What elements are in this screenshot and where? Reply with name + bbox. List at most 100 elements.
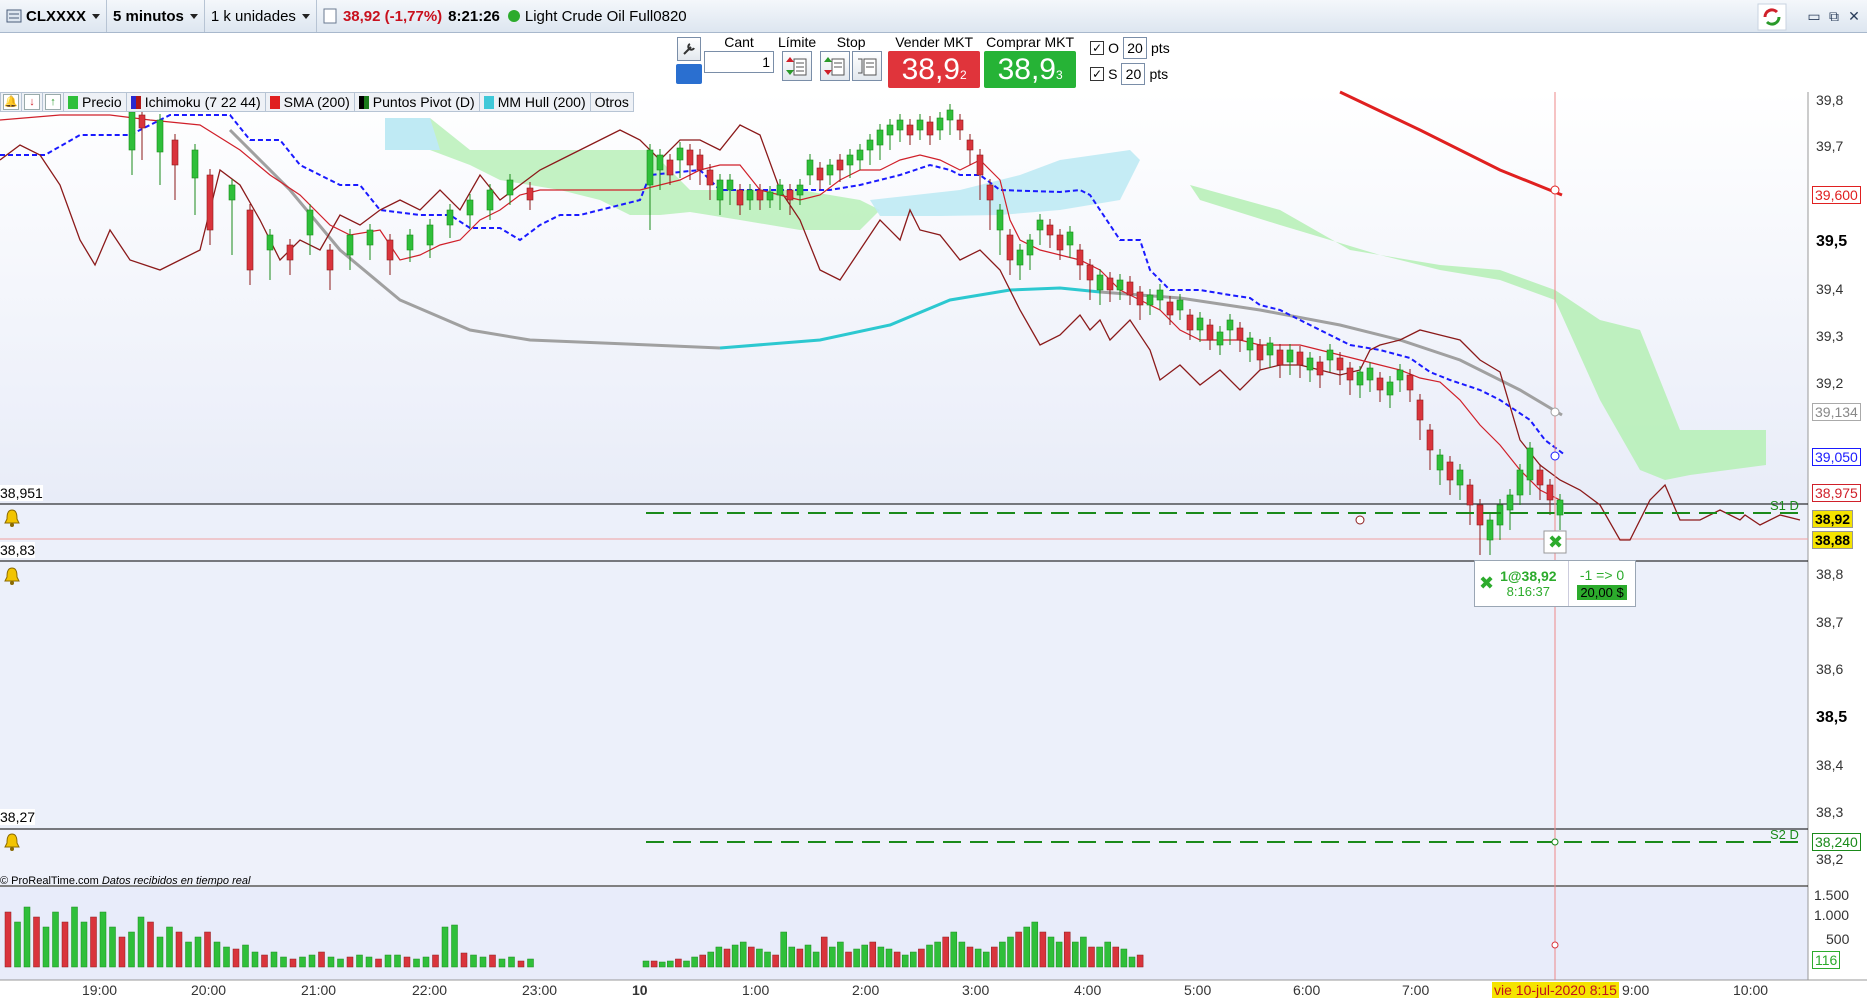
candle-body (346, 234, 354, 256)
candle-body (1406, 374, 1414, 391)
indicator-pivot[interactable]: Puntos Pivot (D) (355, 93, 480, 111)
bell-icon[interactable] (2, 566, 22, 586)
volume-bar (375, 958, 382, 968)
volume-bar (460, 952, 468, 968)
volume-bar (394, 954, 401, 968)
bell-icon[interactable]: 🔔 (3, 94, 19, 110)
volume-bar (270, 951, 278, 968)
swatch-icon (269, 95, 280, 109)
volume-bar (194, 936, 202, 968)
volume-bar (691, 956, 698, 968)
candle-body (706, 169, 714, 186)
candle-body (686, 149, 694, 166)
volume-bar (441, 926, 449, 968)
volume-bar (1120, 948, 1128, 968)
candle-body (1366, 367, 1374, 381)
volume-bar (289, 958, 297, 968)
indicator-sma[interactable]: SMA (200) (266, 93, 355, 111)
volume-bar (432, 954, 439, 968)
volume-bar (33, 916, 40, 968)
volume-bar (642, 960, 650, 968)
candle-body (926, 121, 934, 136)
candle-body (1276, 349, 1284, 366)
time-axis-tick: 20:00 (191, 982, 227, 998)
indicator-others[interactable]: Otros (591, 93, 633, 111)
upper-panel-bg (0, 92, 1808, 504)
volume-bar (365, 956, 373, 968)
volume-bar (950, 931, 958, 968)
arrow-down-icon[interactable]: ↓ (24, 94, 40, 110)
volume-bar (658, 961, 666, 968)
candle-body (916, 119, 924, 131)
candle-body (996, 209, 1004, 231)
candle-body (1266, 342, 1274, 356)
arrow-up-icon[interactable]: ↑ (45, 94, 61, 110)
volume-bar (71, 906, 78, 968)
vol-marker (1551, 941, 1559, 949)
candle-body (746, 189, 754, 201)
candle-body (1226, 319, 1234, 331)
candle-body (266, 234, 274, 251)
close-position-icon[interactable]: ✖ (1479, 573, 1494, 594)
volume-bar (982, 951, 990, 968)
candle-body (1386, 381, 1394, 396)
volume-bar (337, 958, 344, 968)
candle-body (386, 239, 394, 261)
time-axis-tick: 2:00 (852, 982, 880, 998)
price-chart[interactable]: S1 D S2 D ✖ (0, 0, 1867, 1000)
volume-bar (23, 906, 31, 968)
volume-bar (80, 921, 88, 968)
kijun-marker (1550, 451, 1560, 461)
volume-bar (877, 946, 885, 968)
volume-bar (764, 951, 771, 968)
candle-body (506, 179, 514, 196)
sma-marker (1550, 185, 1560, 195)
candle-body (666, 159, 674, 176)
price-axis-tick: 38,2 (1816, 851, 1844, 867)
volume-bar (109, 926, 116, 968)
candle-body (1466, 484, 1474, 506)
price-axis-tick: 38,4 (1816, 757, 1844, 773)
candle-body (816, 167, 824, 181)
candle-body (1336, 357, 1344, 371)
candle-body (806, 159, 814, 176)
price-axis-tick: 39,7 (1816, 138, 1844, 154)
volume-bar (261, 954, 268, 968)
candle-body (1506, 494, 1514, 511)
volume-bar (1055, 941, 1063, 968)
indicator-hull[interactable]: MM Hull (200) (480, 93, 591, 111)
candle-body (1026, 239, 1034, 256)
candle-body (856, 149, 864, 161)
bell-icon[interactable] (2, 832, 22, 852)
indicator-price[interactable]: Precio (64, 93, 127, 111)
candle-body (726, 179, 734, 191)
volume-bar (1023, 926, 1030, 968)
volume-bar (869, 941, 877, 968)
volume-bar (667, 960, 674, 968)
volume-bar (893, 951, 901, 968)
volume-bar (829, 946, 836, 968)
candle-body (1296, 351, 1304, 366)
time-axis-tick: 6:00 (1293, 982, 1321, 998)
volume-bar (683, 960, 690, 968)
candle-body (776, 184, 784, 196)
bell-icon[interactable] (2, 508, 22, 528)
vol-axis-label: 500 (1826, 931, 1850, 947)
candle-body (826, 164, 834, 176)
candle-body (406, 234, 414, 251)
indicator-ichimoku[interactable]: Ichimoku (7 22 44) (127, 93, 266, 111)
volume-bar (128, 931, 135, 968)
candle-body (786, 189, 794, 201)
volume-bar (147, 921, 154, 968)
vol-axis-label: 1.000 (1814, 907, 1850, 923)
swatch-icon (483, 95, 494, 109)
candle-body (206, 174, 214, 231)
volume-bar (90, 916, 97, 968)
candle-body (246, 209, 254, 271)
price-axis-tick: 38,8 (1816, 566, 1844, 582)
candle-body (756, 189, 764, 201)
candle-body (1146, 294, 1154, 306)
trade-info-box[interactable]: ✖ 1@38,92 8:16:37 -1 => 0 20,00 $ (1474, 560, 1636, 607)
volume-bar (974, 948, 982, 968)
volume-bar (1096, 946, 1103, 968)
